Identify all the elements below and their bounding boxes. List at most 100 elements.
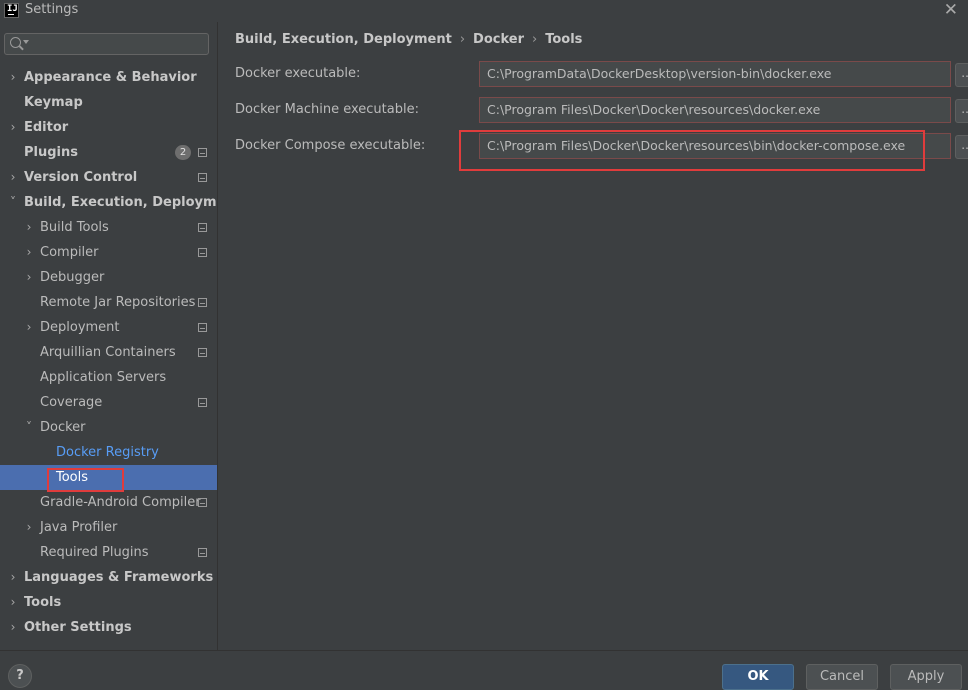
sidebar-item-label: Build, Execution, Deployment — [24, 195, 241, 210]
cancel-button[interactable]: Cancel — [806, 664, 878, 690]
sidebar-item-label: Arquillian Containers — [40, 345, 176, 360]
sidebar-item[interactable]: › Build Tools — [0, 215, 217, 240]
project-settings-icon — [198, 148, 207, 157]
sidebar-item[interactable]: › Java Profiler — [0, 515, 217, 540]
intellij-app-icon: IJ — [4, 3, 19, 18]
sidebar-item[interactable]: Application Servers — [0, 365, 217, 390]
docker-machine-executable-browse-button[interactable]: ... — [955, 99, 968, 123]
sidebar-item[interactable]: Gradle-Android Compiler — [0, 490, 217, 515]
sidebar-item-label: Compiler — [40, 245, 99, 260]
chevron-down-icon[interactable]: ˅ — [7, 190, 19, 215]
ok-button[interactable]: OK — [722, 664, 794, 690]
title-bar: IJ Settings ✕ — [0, 0, 968, 22]
sidebar-item-label: Docker Registry — [56, 445, 159, 460]
docker-compose-executable-label: Docker Compose executable: — [235, 138, 426, 153]
settings-content: Build, Execution, Deployment › Docker › Tool… — [217, 22, 968, 650]
breadcrumb-separator: › — [531, 32, 538, 47]
sidebar-item-label: Debugger — [40, 270, 105, 285]
sidebar-item-label: Other Settings — [24, 620, 132, 635]
breadcrumb-item: Docker — [473, 32, 524, 47]
docker-machine-executable-row: Docker Machine executable: C:\Program Fi… — [235, 97, 968, 123]
sidebar-item[interactable]: Plugins 2 — [0, 140, 217, 165]
sidebar-item[interactable]: Coverage — [0, 390, 217, 415]
project-settings-icon — [198, 223, 207, 232]
chevron-right-icon[interactable]: › — [7, 565, 19, 590]
chevron-right-icon[interactable]: › — [7, 165, 19, 190]
sidebar-item-label: Appearance & Behavior — [24, 70, 197, 85]
sidebar-item[interactable]: › Compiler — [0, 240, 217, 265]
project-settings-icon — [198, 248, 207, 257]
chevron-right-icon[interactable]: › — [7, 65, 19, 90]
sidebar-item[interactable]: › Appearance & Behavior — [0, 65, 217, 90]
breadcrumb-item: Tools — [545, 32, 583, 47]
sidebar-item[interactable]: › Languages & Frameworks — [0, 565, 217, 590]
chevron-right-icon[interactable]: › — [23, 240, 35, 265]
sidebar-item-label: Application Servers — [40, 370, 167, 385]
chevron-right-icon[interactable]: › — [23, 265, 35, 290]
sidebar-item-label: Required Plugins — [40, 545, 149, 560]
sidebar-item-label: Coverage — [40, 395, 103, 410]
sidebar-item-label: Remote Jar Repositories — [40, 295, 196, 310]
sidebar-item-label: Deployment — [40, 320, 120, 335]
sidebar-item[interactable]: Required Plugins — [0, 540, 217, 565]
sidebar-item-label: Version Control — [24, 170, 138, 185]
settings-tree: › Appearance & Behavior Keymap › Editor Plugi… — [0, 65, 241, 640]
breadcrumb-item: Build, Execution, Deployment — [235, 32, 452, 47]
sidebar-item-label: Build Tools — [40, 220, 109, 235]
sidebar-item-label: Tools — [24, 595, 62, 610]
chevron-right-icon[interactable]: › — [23, 215, 35, 240]
sidebar-item[interactable]: Keymap — [0, 90, 217, 115]
sidebar-item[interactable]: › Version Control — [0, 165, 217, 190]
sidebar-item-label: Gradle-Android Compiler — [40, 495, 201, 510]
apply-button[interactable]: Apply — [890, 664, 962, 690]
sidebar-item-label: Plugins — [24, 145, 78, 160]
docker-executable-field[interactable]: C:\ProgramData\DockerDesktop\version-bin… — [479, 61, 951, 87]
breadcrumb: Build, Execution, Deployment › Docker › Tool… — [235, 32, 582, 47]
project-settings-icon — [198, 173, 207, 182]
sidebar-item-label: Languages & Frameworks — [24, 570, 214, 585]
search-input[interactable] — [4, 33, 209, 55]
sidebar-item[interactable]: Docker Registry — [0, 440, 217, 465]
compose-highlight-box — [459, 130, 925, 171]
search-options-chevron-down-icon[interactable] — [23, 40, 29, 44]
docker-machine-executable-field[interactable]: C:\Program Files\Docker\Docker\resources… — [479, 97, 951, 123]
sidebar-item[interactable]: › Tools — [0, 590, 217, 615]
search-icon — [10, 37, 21, 48]
chevron-down-icon[interactable]: ˅ — [23, 415, 35, 440]
tools-highlight-box — [47, 468, 124, 492]
sidebar-item[interactable]: › Deployment — [0, 315, 217, 340]
sidebar-item-label: Docker — [40, 420, 86, 435]
sidebar-item[interactable]: Remote Jar Repositories — [0, 290, 217, 315]
sidebar-item[interactable]: Arquillian Containers — [0, 340, 217, 365]
project-settings-icon — [198, 498, 207, 507]
chevron-right-icon[interactable]: › — [7, 590, 19, 615]
docker-executable-browse-button[interactable]: ... — [955, 63, 968, 87]
docker-executable-label: Docker executable: — [235, 66, 361, 81]
sidebar-item-label: Editor — [24, 120, 69, 135]
settings-sidebar: › Appearance & Behavior Keymap › Editor Plugi… — [0, 22, 241, 650]
sidebar-item[interactable]: › Editor — [0, 115, 217, 140]
project-settings-icon — [198, 548, 207, 557]
sidebar-item[interactable]: › Other Settings — [0, 615, 217, 640]
chevron-right-icon[interactable]: › — [23, 515, 35, 540]
sidebar-item-label: Keymap — [24, 95, 83, 110]
help-icon[interactable]: ? — [8, 664, 32, 688]
sidebar-item[interactable]: › Debugger — [0, 265, 217, 290]
close-icon[interactable]: ✕ — [944, 0, 958, 20]
docker-machine-executable-label: Docker Machine executable: — [235, 102, 419, 117]
chevron-right-icon[interactable]: › — [7, 615, 19, 640]
chevron-right-icon[interactable]: › — [7, 115, 19, 140]
project-settings-icon — [198, 348, 207, 357]
breadcrumb-separator: › — [459, 32, 466, 47]
docker-executable-row: Docker executable: C:\ProgramData\Docker… — [235, 61, 968, 87]
sidebar-item-label: Java Profiler — [40, 520, 118, 535]
dialog-footer: ? OK Cancel Apply — [0, 650, 968, 690]
project-settings-icon — [198, 398, 207, 407]
project-settings-icon — [198, 298, 207, 307]
chevron-right-icon[interactable]: › — [23, 315, 35, 340]
sidebar-item[interactable]: ˅ Docker — [0, 415, 217, 440]
app-icon-letters: IJ — [7, 4, 18, 14]
window-title: Settings — [25, 2, 79, 17]
docker-compose-executable-browse-button[interactable]: ... — [955, 135, 968, 159]
sidebar-item[interactable]: ˅ Build, Execution, Deployment — [0, 190, 241, 215]
